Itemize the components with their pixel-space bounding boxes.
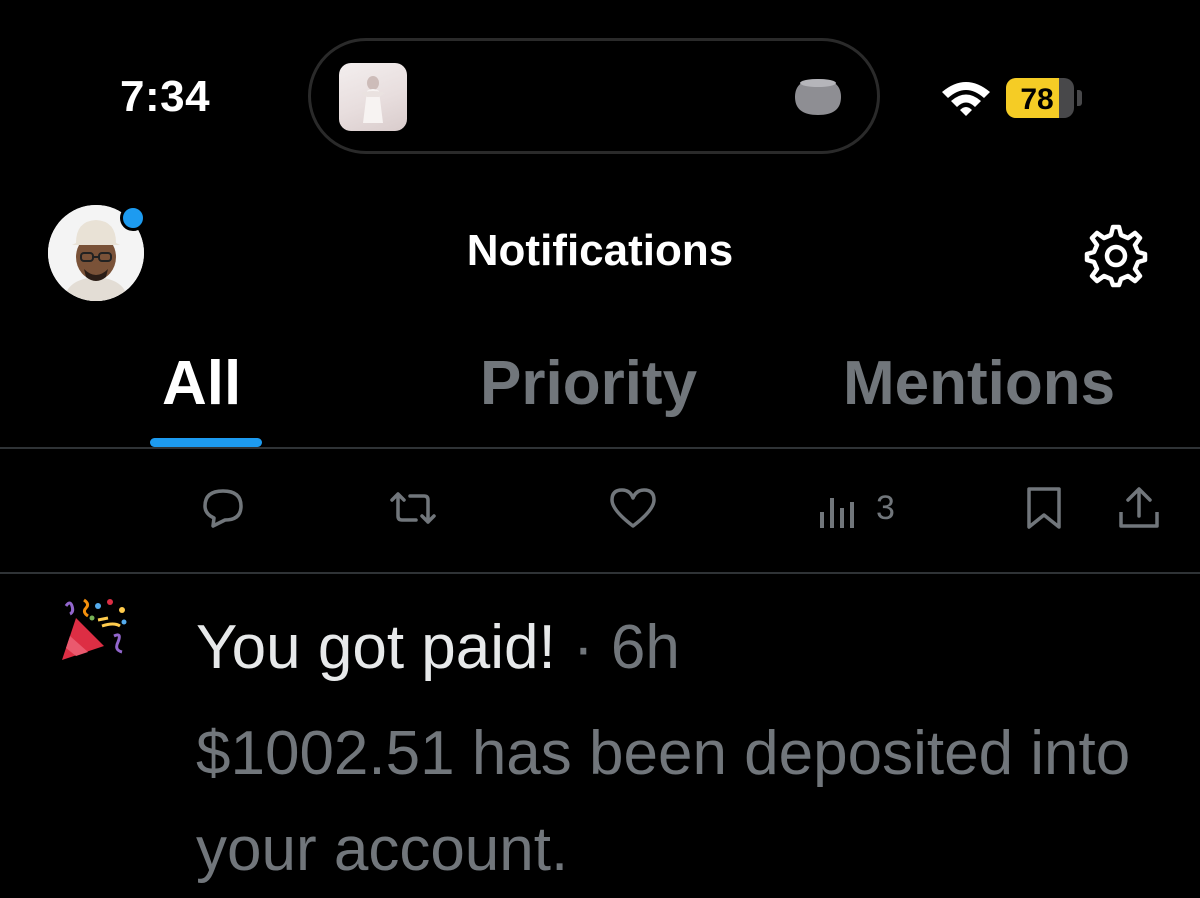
notification-headline-row[interactable]: You got paid! · 6h	[196, 612, 680, 683]
views-icon[interactable]	[818, 490, 862, 534]
page-title: Notifications	[466, 226, 734, 275]
bookmark-icon[interactable]	[1024, 486, 1064, 530]
battery-nub	[1077, 90, 1082, 106]
status-time: 7:34	[120, 72, 211, 121]
tab-mentions[interactable]: Mentions	[843, 348, 1115, 419]
reply-icon[interactable]	[201, 486, 245, 530]
notification-separator: ·	[572, 613, 594, 682]
wifi-icon	[942, 82, 990, 116]
album-art-thumbnail[interactable]	[339, 63, 407, 131]
tabs-divider	[0, 447, 1200, 449]
gear-icon[interactable]	[1082, 222, 1150, 290]
tab-all[interactable]: All	[162, 348, 241, 419]
share-icon[interactable]	[1117, 486, 1161, 530]
notification-time: 6h	[610, 613, 680, 682]
active-tab-indicator	[150, 438, 262, 447]
tab-priority[interactable]: Priority	[480, 348, 697, 419]
homepod-icon	[791, 75, 845, 119]
battery-percent: 78	[1020, 83, 1054, 116]
views-count: 3	[876, 489, 895, 527]
dynamic-island[interactable]	[308, 38, 880, 154]
notification-body: $1002.51 has been deposited into your ac…	[196, 719, 1131, 884]
like-icon[interactable]	[608, 486, 658, 530]
actions-divider	[0, 572, 1200, 574]
notification-headline: You got paid!	[196, 613, 556, 682]
party-popper-icon	[62, 598, 127, 660]
battery-icon: 78	[1006, 78, 1074, 118]
retweet-icon[interactable]	[386, 486, 440, 530]
